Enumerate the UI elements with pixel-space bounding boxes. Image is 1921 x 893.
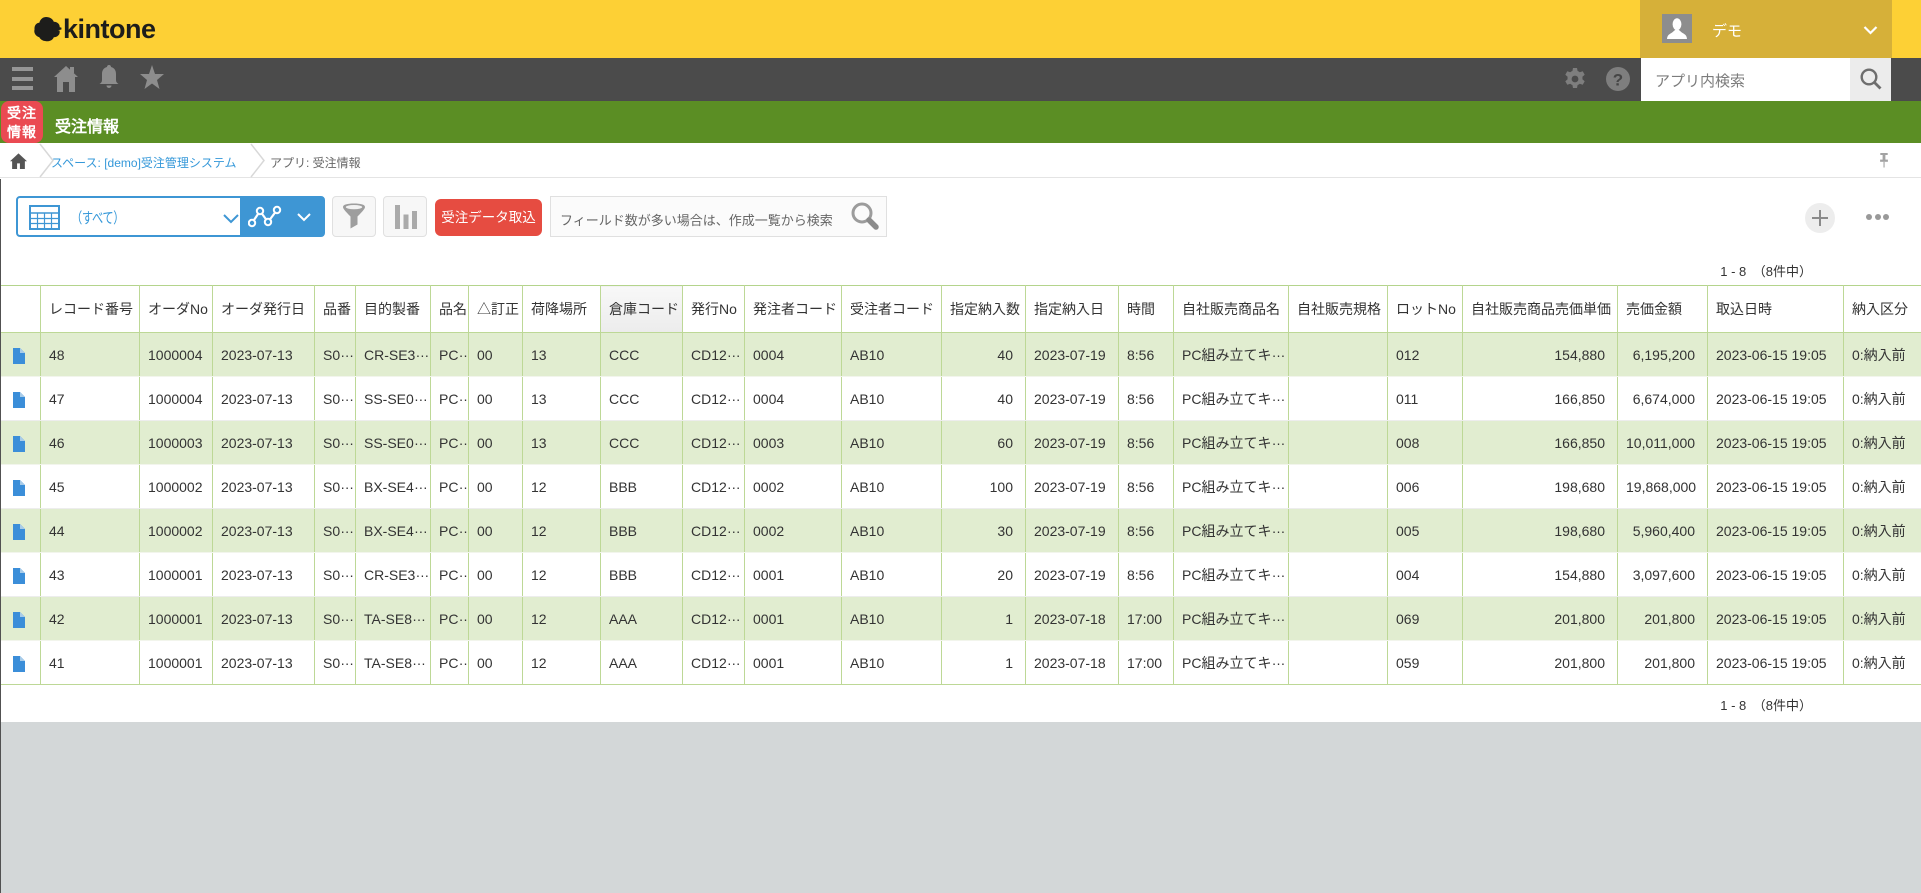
svg-text:?: ?: [1613, 71, 1623, 90]
